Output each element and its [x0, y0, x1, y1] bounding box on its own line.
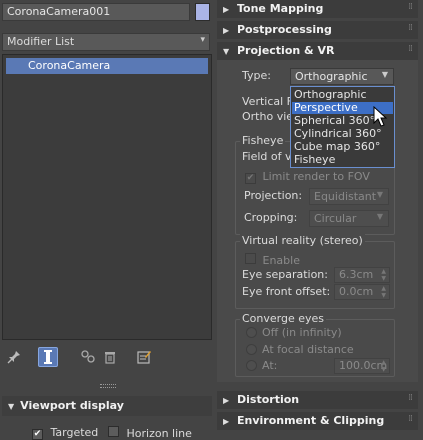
panel-splitter-handle[interactable]: [100, 384, 116, 388]
converge-at-radio[interactable]: [246, 360, 257, 371]
vr-enable-checkbox[interactable]: [245, 253, 256, 264]
cropping-label: Cropping:: [244, 211, 298, 224]
drag-grip-icon[interactable]: ⁞⁞: [408, 414, 413, 424]
modify-panel-left: CoronaCamera001 Modifier List ▾ CoronaCa…: [0, 0, 217, 440]
modifier-list-dropdown[interactable]: Modifier List ▾: [2, 33, 210, 51]
drag-grip-icon[interactable]: ⁞⁞: [408, 393, 413, 403]
projection-label: Projection:: [244, 189, 303, 202]
eye-front-offset-label: Eye front offset:: [242, 285, 331, 298]
horizon-line-checkbox-row[interactable]: Horizon line: [108, 426, 192, 440]
rollout-tone-mapping-label: Tone Mapping: [237, 2, 324, 15]
chevron-down-icon: ▼: [381, 70, 388, 79]
expand-triangle-icon: ▶: [223, 5, 230, 14]
drag-grip-icon[interactable]: ⁞⁞: [408, 23, 413, 33]
horizon-line-checkbox[interactable]: [108, 426, 119, 437]
converge-at-label: At:: [262, 359, 278, 372]
type-value: Orthographic: [295, 70, 368, 83]
converge-at-value: 100.0cm: [339, 359, 388, 372]
converge-focal-label: At focal distance: [262, 343, 354, 356]
modifier-stack-list[interactable]: CoronaCamera: [2, 54, 212, 340]
type-dropdown[interactable]: Orthographic ▼: [290, 68, 394, 85]
horizon-line-label: Horizon line: [126, 427, 192, 440]
type-option-cube-map[interactable]: Cube map 360°: [292, 141, 393, 153]
mouse-cursor-icon: [373, 106, 388, 127]
rollout-projection-vr-label: Projection & VR: [237, 44, 335, 57]
cropping-dropdown[interactable]: Circular ▼: [309, 210, 389, 227]
spinner-arrows-icon[interactable]: ▲ ▼: [381, 268, 386, 282]
vr-stereo-group-title: Virtual reality (stereo): [240, 234, 365, 247]
projection-dropdown[interactable]: Equidistant ▼: [309, 188, 389, 205]
cropping-value: Circular: [314, 212, 357, 225]
rollout-postprocessing[interactable]: ▶ Postprocessing ⁞⁞: [217, 21, 418, 39]
converge-off-radio[interactable]: [246, 327, 257, 338]
rollout-postprocessing-label: Postprocessing: [237, 23, 332, 36]
chevron-down-icon: ▼: [376, 190, 383, 199]
chevron-down-icon: ▼: [376, 212, 383, 221]
targeted-checkbox[interactable]: ✔: [32, 428, 43, 440]
rollout-projection-vr[interactable]: ▼ Projection & VR ⁞⁞: [217, 42, 418, 60]
remove-modifier-icon[interactable]: [100, 347, 120, 367]
pin-stack-icon[interactable]: [4, 347, 24, 367]
converge-at-spinner[interactable]: 100.0cm ▲ ▼: [334, 358, 390, 374]
rollout-environment-clipping-label: Environment & Clipping: [237, 414, 385, 427]
drag-grip-icon[interactable]: ⁞⁞: [408, 2, 413, 12]
fisheye-group-title: Fisheye: [240, 134, 286, 147]
viewport-display-rollout[interactable]: ▼ Viewport display: [2, 396, 212, 416]
ortho-view-label: Ortho vie: [242, 110, 294, 123]
eye-front-offset-spinner[interactable]: 0.0cm ▲ ▼: [334, 284, 390, 300]
object-color-swatch[interactable]: [195, 3, 210, 21]
spinner-arrows-icon[interactable]: ▲ ▼: [381, 285, 386, 299]
projection-value: Equidistant: [314, 190, 377, 203]
vertical-fov-label: Vertical F: [242, 95, 293, 108]
limit-render-checkbox[interactable]: ✔: [245, 172, 256, 184]
converge-eyes-group-title: Converge eyes: [240, 312, 327, 325]
eye-separation-spinner[interactable]: 6.3cm ▲ ▼: [334, 267, 390, 283]
configure-modifier-sets-icon[interactable]: [134, 347, 154, 367]
converge-off-label: Off (in infinity): [262, 326, 342, 339]
expand-triangle-icon: ▶: [223, 396, 230, 405]
eye-separation-label: Eye separation:: [242, 268, 328, 281]
eye-front-offset-value: 0.0cm: [339, 285, 374, 298]
stack-item-corona-camera[interactable]: CoronaCamera: [6, 58, 208, 74]
targeted-label: Targeted: [50, 426, 99, 439]
vr-enable-label: Enable: [262, 254, 300, 267]
parameters-panel-right: ▶ Tone Mapping ⁞⁞ ▶ Postprocessing ⁞⁞ ▼ Pro…: [217, 0, 423, 440]
vr-enable-row[interactable]: Enable: [245, 253, 300, 267]
eye-separation-value: 6.3cm: [339, 268, 374, 281]
chevron-down-icon: ▾: [200, 35, 205, 45]
make-unique-icon[interactable]: [78, 347, 98, 367]
type-option-orthographic[interactable]: Orthographic: [292, 89, 393, 101]
converge-focal-radio[interactable]: [246, 344, 257, 355]
modifier-list-label: Modifier List: [7, 35, 75, 48]
targeted-checkbox-row[interactable]: ✔ Targeted: [32, 426, 98, 440]
expand-triangle-icon: ▶: [223, 417, 230, 426]
type-option-fisheye[interactable]: Fisheye: [292, 154, 393, 166]
viewport-display-title: Viewport display: [20, 399, 124, 412]
rollout-distortion-label: Distortion: [237, 393, 300, 406]
rollout-distortion[interactable]: ▶ Distortion ⁞⁞: [217, 391, 418, 409]
limit-render-label: Limit render to FOV: [262, 170, 370, 183]
object-name-field[interactable]: CoronaCamera001: [2, 3, 190, 21]
type-option-cylindrical[interactable]: Cylindrical 360°: [292, 128, 393, 140]
field-of-view-label: Field of vi: [242, 150, 295, 163]
rollout-tone-mapping[interactable]: ▶ Tone Mapping ⁞⁞: [217, 0, 418, 18]
limit-render-row[interactable]: ✔ Limit render to FOV: [245, 170, 370, 184]
type-label: Type:: [242, 69, 271, 82]
collapse-triangle-icon: ▼: [8, 402, 15, 411]
drag-grip-icon[interactable]: ⁞⁞: [408, 44, 413, 54]
modifier-stack-toolbar: [2, 347, 162, 369]
spinner-arrows-icon[interactable]: ▲ ▼: [381, 359, 386, 373]
rollout-environment-clipping[interactable]: ▶ Environment & Clipping ⁞⁞: [217, 412, 418, 430]
expand-triangle-icon: ▶: [223, 26, 230, 35]
collapse-triangle-icon: ▼: [223, 47, 230, 56]
show-end-result-icon[interactable]: [38, 347, 58, 367]
